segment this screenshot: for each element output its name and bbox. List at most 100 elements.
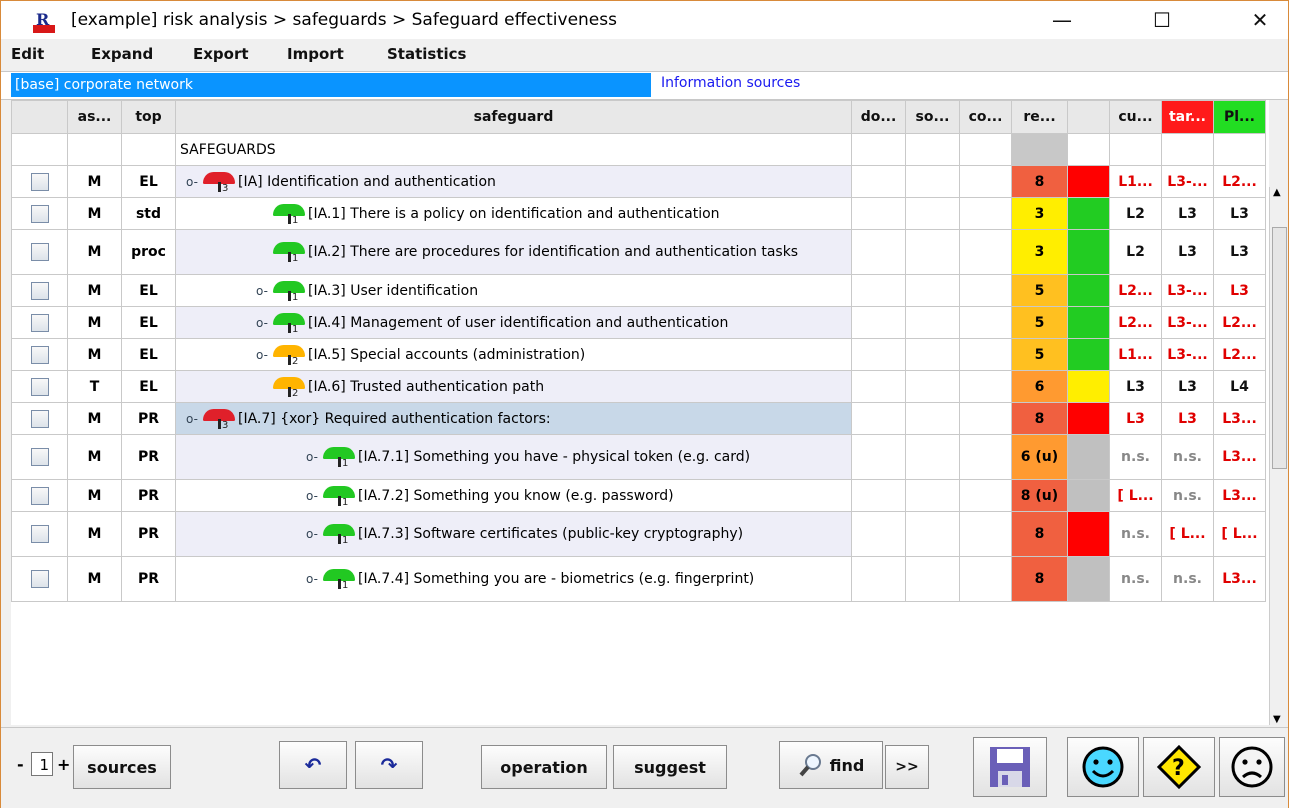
comment-cell[interactable] <box>959 479 1012 512</box>
scroll-down-icon[interactable]: ▼ <box>1273 714 1281 725</box>
table-row[interactable]: T EL 2 [IA.6] Trusted authentication path 6 L… <box>11 370 1266 403</box>
safeguard-cell[interactable]: 1 [IA.1] There is a policy on identificat… <box>175 197 852 230</box>
table-row[interactable]: M EL o- 1 [IA.4] Management of user identifi… <box>11 306 1266 339</box>
table-row[interactable]: M PR o- 1 [IA.7.2] Something you know (e.g. … <box>11 479 1266 512</box>
target-level-cell[interactable]: L3-... <box>1161 306 1214 339</box>
col-current[interactable]: cu... <box>1109 100 1162 134</box>
doc-cell[interactable] <box>851 479 906 512</box>
table-row[interactable]: M PR o- 1 [IA.7.1] Something you have - phys… <box>11 434 1266 480</box>
aspect-cell[interactable]: M <box>67 306 122 339</box>
target-level-cell[interactable]: L3 <box>1161 197 1214 230</box>
comment-cell[interactable] <box>959 370 1012 403</box>
col-select[interactable] <box>11 100 68 134</box>
plan-level-cell[interactable]: L3... <box>1213 434 1266 480</box>
risk-cell[interactable]: 5 <box>1011 338 1068 371</box>
row-checkbox[interactable] <box>30 448 49 466</box>
col-target[interactable]: tar... <box>1161 100 1214 134</box>
find-button[interactable]: find <box>779 741 883 789</box>
current-level-cell[interactable]: n.s. <box>1109 556 1162 602</box>
row-checkbox[interactable] <box>30 243 49 261</box>
target-level-cell[interactable]: L3-... <box>1161 274 1214 307</box>
safeguard-cell[interactable]: o- 1 [IA.7.3] Software certificates (publi… <box>175 511 852 557</box>
menu-import[interactable]: Import <box>287 45 344 63</box>
minimize-button[interactable]: — <box>1039 1 1085 39</box>
doc-cell[interactable] <box>851 306 906 339</box>
current-level-cell[interactable]: L2... <box>1109 306 1162 339</box>
close-button[interactable]: ✕ <box>1237 1 1283 39</box>
table-row[interactable]: M PR o- 3 [IA.7] {xor} Required authenticati… <box>11 402 1266 435</box>
target-level-cell[interactable]: L3 <box>1161 370 1214 403</box>
safeguard-cell[interactable]: o- 1 [IA.7.1] Something you have - physica… <box>175 434 852 480</box>
safeguard-cell[interactable]: o- 1 [IA.7.4] Something you are - biometri… <box>175 556 852 602</box>
row-checkbox[interactable] <box>30 345 49 364</box>
doc-cell[interactable] <box>851 556 906 602</box>
plan-level-cell[interactable]: L4 <box>1213 370 1266 403</box>
sad-button[interactable] <box>1219 737 1285 797</box>
safeguard-cell[interactable]: 2 [IA.6] Trusted authentication path <box>175 370 852 403</box>
aspect-cell[interactable]: M <box>67 338 122 371</box>
doc-cell[interactable] <box>851 511 906 557</box>
plan-level-cell[interactable]: L2... <box>1213 165 1266 198</box>
plan-level-cell[interactable]: [ L... <box>1213 511 1266 557</box>
risk-cell[interactable]: 8 <box>1011 165 1068 198</box>
source-cell[interactable] <box>905 556 960 602</box>
redo-button[interactable]: ↷ <box>355 741 423 789</box>
col-source[interactable]: so... <box>905 100 960 134</box>
table-row[interactable]: M EL o- 3 [IA] Identification and authentica… <box>11 165 1266 198</box>
plan-level-cell[interactable]: L3... <box>1213 479 1266 512</box>
source-cell[interactable] <box>905 402 960 435</box>
help-button[interactable]: ? <box>1143 737 1215 797</box>
top-cell[interactable]: PR <box>121 479 176 512</box>
vertical-scrollbar[interactable]: ▲ ▼ <box>1269 187 1288 725</box>
current-level-cell[interactable]: L3 <box>1109 370 1162 403</box>
save-button[interactable] <box>973 737 1047 797</box>
key-icon[interactable]: o- <box>306 570 320 588</box>
risk-cell[interactable]: 8 <box>1011 556 1068 602</box>
undo-button[interactable]: ↶ <box>279 741 347 789</box>
target-level-cell[interactable]: L3-... <box>1161 338 1214 371</box>
source-cell[interactable] <box>905 274 960 307</box>
key-icon[interactable]: o- <box>306 448 320 466</box>
base-asset-selector[interactable]: [base] corporate network <box>11 73 651 97</box>
row-checkbox[interactable] <box>30 409 49 428</box>
aspect-cell[interactable]: M <box>67 479 122 512</box>
row-checkbox[interactable] <box>30 313 49 332</box>
row-checkbox[interactable] <box>30 570 49 588</box>
target-level-cell[interactable]: [ L... <box>1161 511 1214 557</box>
aspect-cell[interactable]: M <box>67 556 122 602</box>
row-checkbox[interactable] <box>30 525 49 543</box>
table-row[interactable]: M EL o- 2 [IA.5] Special accounts (administr… <box>11 338 1266 371</box>
top-cell[interactable]: EL <box>121 165 176 198</box>
aspect-cell[interactable]: M <box>67 402 122 435</box>
current-level-cell[interactable]: n.s. <box>1109 511 1162 557</box>
table-row[interactable]: Mproc 1 [IA.2] There are procedures for id… <box>11 229 1266 275</box>
safeguard-cell[interactable]: 1 [IA.2] There are procedures for identif… <box>175 229 852 275</box>
top-cell[interactable]: PR <box>121 556 176 602</box>
doc-cell[interactable] <box>851 434 906 480</box>
plan-level-cell[interactable]: L2... <box>1213 338 1266 371</box>
comment-cell[interactable] <box>959 402 1012 435</box>
top-cell[interactable]: EL <box>121 274 176 307</box>
risk-cell[interactable]: 5 <box>1011 274 1068 307</box>
source-cell[interactable] <box>905 306 960 339</box>
col-indicator[interactable] <box>1067 100 1110 134</box>
safeguard-cell[interactable]: o- 1 [IA.3] User identification <box>175 274 852 307</box>
key-icon[interactable]: o- <box>306 525 320 543</box>
current-level-cell[interactable]: L3 <box>1109 402 1162 435</box>
scrollbar-thumb[interactable] <box>1272 227 1287 469</box>
table-row[interactable]: M EL o- 1 [IA.3] User identification 5 L2... L3… <box>11 274 1266 307</box>
key-icon[interactable]: o- <box>306 487 320 505</box>
plan-level-cell[interactable]: L3... <box>1213 556 1266 602</box>
aspect-cell[interactable]: M <box>67 274 122 307</box>
table-row[interactable]: M PR o- 1 [IA.7.3] Software certificates (pu… <box>11 511 1266 557</box>
source-cell[interactable] <box>905 229 960 275</box>
plan-level-cell[interactable]: L3 <box>1213 229 1266 275</box>
table-row[interactable]: Mstd 1 [IA.1] There is a policy on identif… <box>11 197 1266 230</box>
col-risk[interactable]: re... <box>1011 100 1068 134</box>
plan-level-cell[interactable]: L2... <box>1213 306 1266 339</box>
aspect-cell[interactable]: M <box>67 197 122 230</box>
target-level-cell[interactable]: L3 <box>1161 229 1214 275</box>
more-button[interactable]: >> <box>885 745 929 789</box>
top-cell[interactable]: proc <box>121 229 176 275</box>
comment-cell[interactable] <box>959 274 1012 307</box>
